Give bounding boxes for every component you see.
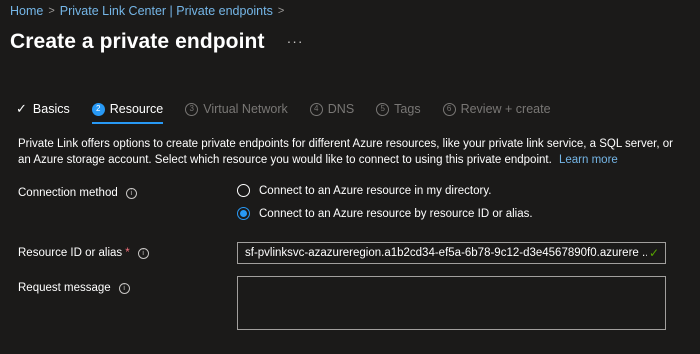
step-number-icon: 6: [442, 102, 456, 116]
radio-option-directory[interactable]: Connect to an Azure resource in my direc…: [237, 184, 491, 197]
radio-button[interactable]: [237, 184, 250, 197]
more-options-icon[interactable]: ···: [287, 33, 304, 49]
breadcrumb-separator: >: [48, 5, 55, 17]
radio-button-selected[interactable]: [237, 207, 250, 220]
resource-id-label: Resource ID or alias * i: [18, 247, 149, 259]
tab-label: Tags: [394, 102, 421, 116]
tab-label: Review + create: [460, 102, 551, 116]
tab-tags[interactable]: 5 Tags: [376, 98, 421, 120]
checkmark-icon: ✓: [16, 101, 27, 116]
radio-label: Connect to an Azure resource in my direc…: [259, 184, 492, 197]
tab-virtual-network[interactable]: 3 Virtual Network: [185, 98, 288, 120]
step-number-icon: 3: [185, 102, 199, 116]
breadcrumb-parent-link[interactable]: Private Link Center | Private endpoints: [60, 4, 273, 18]
field-label: Request message: [18, 282, 111, 294]
tab-label: DNS: [327, 102, 355, 116]
required-marker: *: [125, 247, 130, 259]
request-message-textarea[interactable]: [237, 276, 666, 330]
breadcrumb-home-link[interactable]: Home: [10, 4, 43, 18]
tab-label: Virtual Network: [203, 102, 288, 116]
info-icon[interactable]: i: [137, 247, 149, 259]
tab-label: Resource: [109, 102, 164, 116]
tab-review-create[interactable]: 6 Review + create: [442, 98, 551, 120]
breadcrumb-separator: >: [277, 5, 285, 17]
step-number-icon: 4: [309, 102, 323, 116]
info-icon[interactable]: i: [118, 282, 130, 294]
resource-id-input[interactable]: sf-pvlinksvc-azazureregion.a1b2cd34-ef5a…: [237, 242, 666, 264]
description: Private Link offers options to create pr…: [18, 136, 686, 168]
radio-option-resource-id[interactable]: Connect to an Azure resource by resource…: [237, 207, 533, 220]
page-header: Create a private endpoint ···: [10, 28, 304, 56]
tab-basics[interactable]: ✓ Basics: [16, 98, 70, 120]
page-title: Create a private endpoint: [10, 30, 265, 53]
tab-resource[interactable]: 2 Resource: [91, 98, 164, 124]
wizard-tabs: ✓ Basics 2 Resource 3 Virtual Network 4 …: [16, 98, 573, 124]
learn-more-link[interactable]: Learn more: [559, 154, 618, 166]
tab-label: Basics: [32, 102, 70, 116]
connection-method-label: Connection method i: [18, 187, 137, 199]
tab-dns[interactable]: 4 DNS: [309, 98, 355, 120]
field-label: Connection method: [18, 187, 118, 199]
breadcrumb: Home > Private Link Center | Private end…: [10, 3, 289, 19]
resource-id-value: sf-pvlinksvc-azazureregion.a1b2cd34-ef5a…: [245, 247, 647, 259]
radio-label: Connect to an Azure resource by resource…: [259, 207, 533, 220]
info-icon[interactable]: i: [125, 187, 137, 199]
valid-check-icon: ✓: [648, 246, 659, 260]
step-number-icon: 5: [376, 102, 390, 116]
step-number-icon: 2: [91, 102, 105, 116]
request-message-label: Request message i: [18, 282, 130, 294]
field-label: Resource ID or alias: [18, 247, 123, 259]
